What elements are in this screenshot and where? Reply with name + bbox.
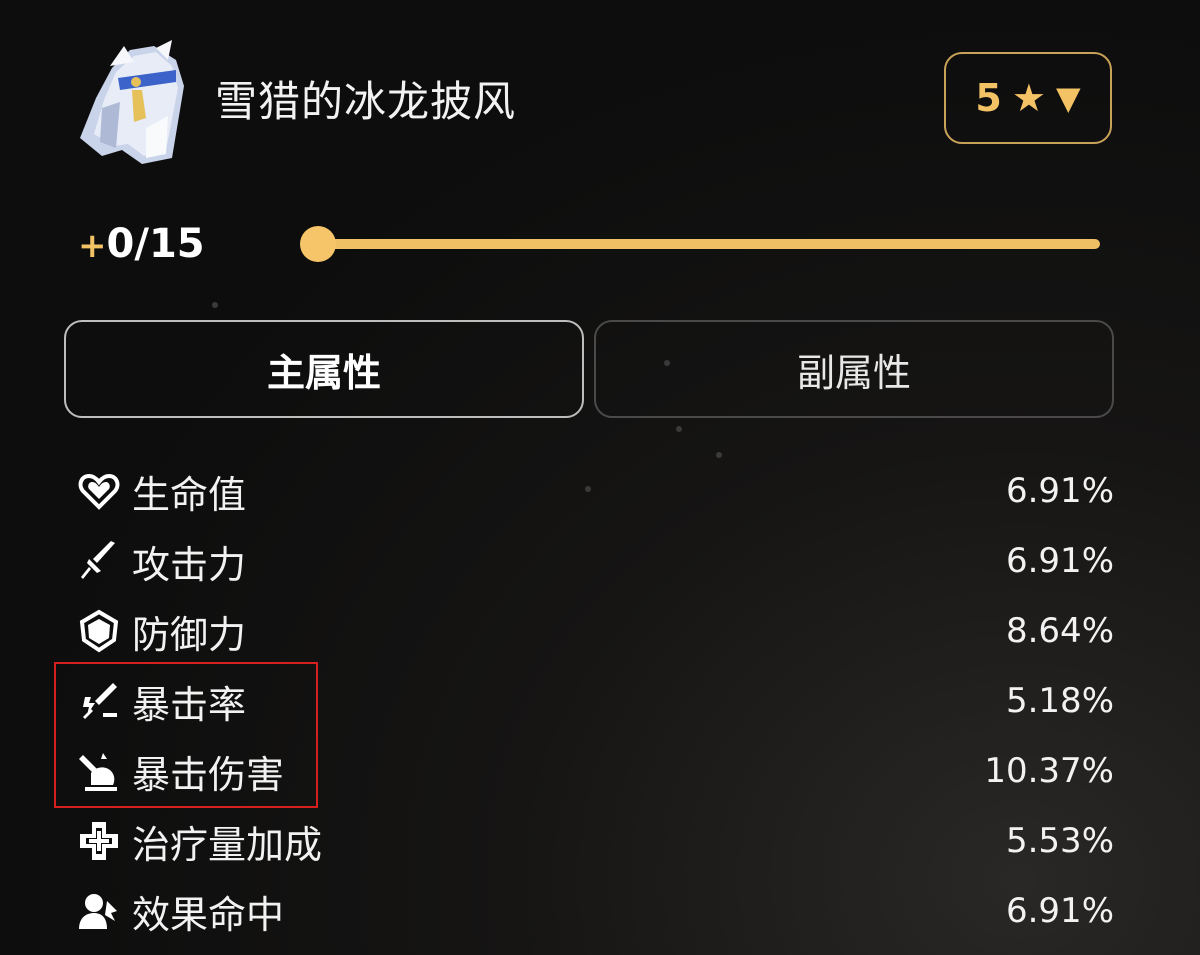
level-plus: + [78,226,107,266]
list-item[interactable]: 效果命中 6.91% [74,876,1114,946]
shield-icon [74,606,124,656]
level-text: 0/15 [106,221,205,267]
crit-rate-icon [74,676,124,726]
stat-name: 生命值 [132,472,247,517]
stat-value: 6.91% [1005,891,1114,931]
dust-speck [716,452,722,458]
list-item[interactable]: 防御力 8.64% [74,596,1114,666]
stat-name: 效果命中 [132,892,285,937]
stat-value: 5.18% [1005,681,1114,721]
stat-value: 8.64% [1005,611,1114,651]
healing-cross-icon [74,816,124,866]
level-label: +0/15 [78,218,205,272]
sword-icon [74,536,124,586]
stat-name: 攻击力 [132,542,247,587]
caret-down-icon: ▼ [1055,79,1081,117]
stats-list: 生命值 6.91% 攻击力 6.91% 防御力 8.64% 暴击率 5.18% [74,456,1114,946]
stat-value: 6.91% [1005,471,1114,511]
stat-name: 暴击伤害 [132,752,285,797]
tab-sub-stats[interactable]: 副属性 [594,320,1114,418]
slider-thumb[interactable] [300,226,336,262]
stat-name: 暴击率 [132,682,247,727]
stat-name: 防御力 [132,612,247,657]
effect-hit-icon [74,886,124,936]
list-item[interactable]: 治疗量加成 5.53% [74,806,1114,876]
crit-damage-icon [74,746,124,796]
item-name: 雪猎的冰龙披风 [215,77,517,126]
tab-main-stats[interactable]: 主属性 [64,320,584,418]
rarity-value: 5 [975,76,1002,120]
cloak-icon [72,38,200,166]
list-item[interactable]: 攻击力 6.91% [74,526,1114,596]
stat-value: 5.53% [1005,821,1114,861]
list-item[interactable]: 暴击率 5.18% [74,666,1114,736]
stat-value: 10.37% [984,751,1114,791]
dust-speck [585,486,591,492]
star-icon: ★ [1011,76,1046,120]
rarity-dropdown[interactable]: 5 ★ ▼ [944,52,1112,144]
stat-name: 治疗量加成 [132,822,323,867]
stat-value: 6.91% [1005,541,1114,581]
list-item[interactable]: 生命值 6.91% [74,456,1114,526]
list-item[interactable]: 暴击伤害 10.37% [74,736,1114,806]
dust-speck [676,426,682,432]
heart-icon [74,466,124,516]
slider-track[interactable] [318,239,1100,249]
level-slider[interactable] [300,224,1100,264]
dust-speck [664,360,670,366]
dust-speck [212,302,218,308]
